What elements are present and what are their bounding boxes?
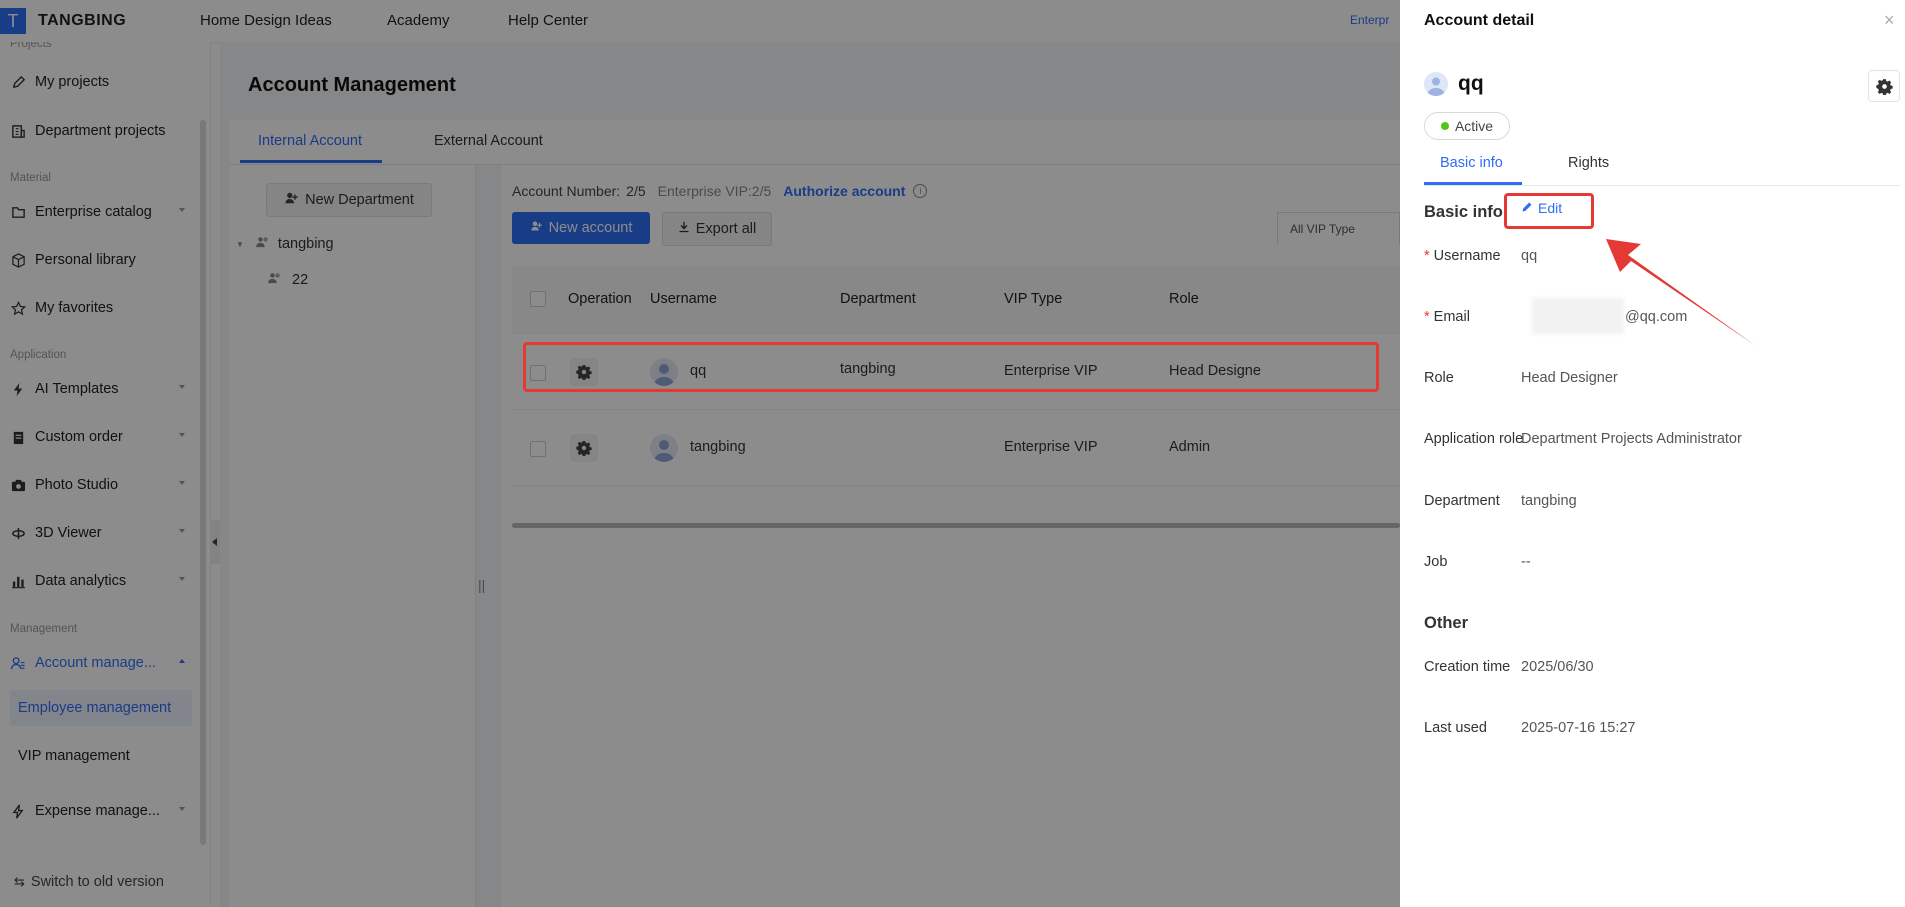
field-label-job: Job (1424, 554, 1448, 570)
status-dot-icon (1440, 122, 1449, 130)
field-value-department: tangbing (1521, 493, 1577, 509)
highlight-edit-button (1504, 193, 1594, 229)
field-value-username: qq (1521, 248, 1538, 264)
drawer-tabs: Basic info Rights (1424, 145, 1900, 186)
field-value-application-role: Department Projects Administrator (1521, 431, 1742, 447)
field-label-application-role: Application role (1424, 431, 1524, 447)
status-label: Active (1454, 118, 1494, 134)
field-label-department: Department (1424, 493, 1500, 509)
drawer-title: Account detail (1424, 12, 1535, 29)
field-value-last-used: 2025-07-16 15:27 (1521, 720, 1636, 736)
tab-rights[interactable]: Rights (1568, 155, 1609, 171)
account-name: qq (1458, 72, 1484, 95)
modal-backdrop[interactable] (0, 0, 1400, 907)
field-value-role: Head Designer (1521, 370, 1618, 386)
field-value-job: -- (1521, 554, 1531, 570)
field-value-email: @qq.com (1625, 309, 1688, 325)
field-label-username: * Username (1424, 248, 1501, 264)
section-title-other: Other (1424, 614, 1469, 632)
tab-active-indicator (1424, 182, 1522, 185)
tab-basic-info[interactable]: Basic info (1440, 155, 1503, 171)
field-label-email: * Email (1424, 309, 1470, 325)
field-label-creation-time: Creation time (1424, 659, 1511, 675)
account-settings-button[interactable] (1868, 70, 1900, 102)
field-label-role: Role (1424, 370, 1454, 386)
field-value-creation-time: 2025/06/30 (1521, 659, 1594, 675)
email-redaction-blur (1532, 298, 1624, 334)
gear-icon (1875, 78, 1893, 95)
app-root: T TANGBING Home Design Ideas Academy Hel… (0, 0, 1905, 907)
close-icon[interactable]: × (1884, 10, 1895, 31)
avatar (1424, 72, 1448, 96)
account-detail-drawer: Account detail × qq Active Basic info Ri… (1400, 0, 1905, 907)
section-title-basic-info: Basic info (1424, 203, 1503, 221)
status-badge: Active (1424, 112, 1510, 140)
field-label-last-used: Last used (1424, 720, 1487, 736)
highlight-selected-row (523, 342, 1379, 392)
